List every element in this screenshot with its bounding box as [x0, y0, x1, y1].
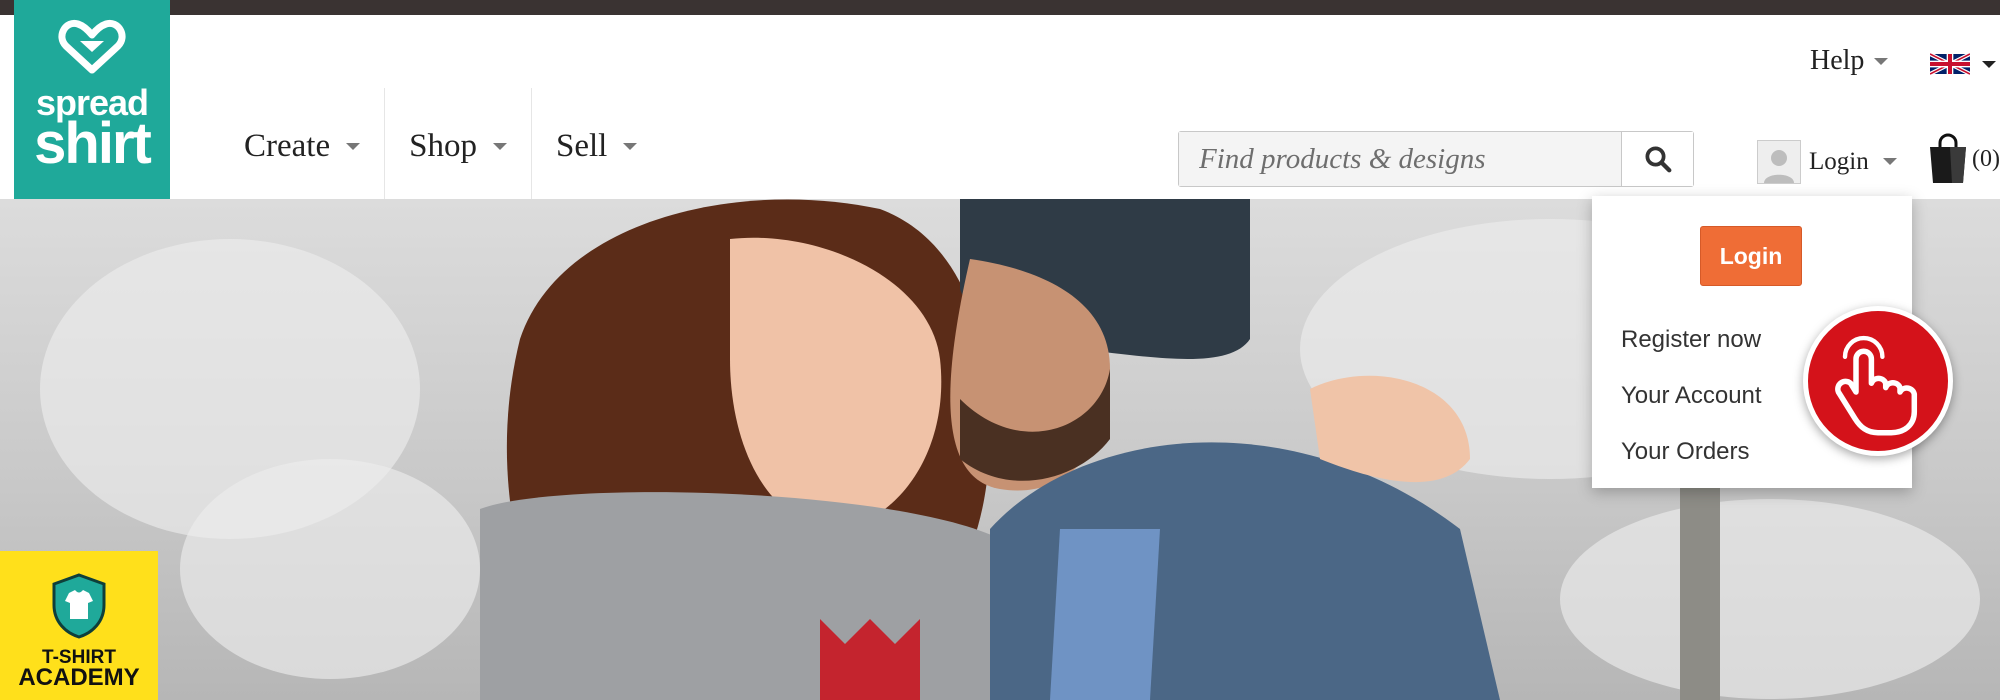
pointing-hand-icon [1835, 335, 1918, 436]
tshirt-academy-badge[interactable]: T-SHIRT ACADEMY [0, 551, 158, 700]
nav-shop[interactable]: Shop [385, 88, 532, 214]
click-indicator [1803, 306, 1953, 456]
chevron-down-icon [1882, 158, 1897, 165]
nav-create-label: Create [244, 127, 331, 164]
login-menu[interactable]: Login [1745, 115, 1912, 208]
login-label: Login [1809, 147, 1869, 175]
chevron-down-icon [492, 142, 507, 150]
shield-tshirt-icon [52, 573, 106, 639]
chevron-down-icon [1874, 57, 1889, 65]
site-header: Help Create Shop Sell Find products & de… [0, 15, 2000, 214]
search-button[interactable] [1621, 132, 1693, 186]
nav-sell[interactable]: Sell [532, 88, 661, 214]
nav-shop-label: Shop [409, 127, 477, 164]
search-input[interactable] [1179, 132, 1621, 186]
academy-label-line2: ACADEMY [18, 664, 140, 691]
nav-create[interactable]: Create [220, 88, 386, 214]
your-account-link[interactable]: Your Account [1621, 382, 1762, 410]
spreadshirt-logo[interactable]: spread shirt [14, 0, 170, 199]
chevron-down-icon [1982, 60, 1996, 68]
register-now-link[interactable]: Register now [1621, 326, 1761, 354]
cart-count: (0) [1972, 145, 2000, 172]
heart-logo-icon [58, 19, 126, 74]
chevron-down-icon [346, 142, 361, 150]
language-selector[interactable] [1930, 50, 1996, 78]
your-orders-link[interactable]: Your Orders [1621, 438, 1750, 466]
cart-button[interactable]: (0) [1926, 133, 2000, 185]
avatar-placeholder-icon [1757, 139, 1801, 184]
dropdown-login-button[interactable]: Login [1700, 226, 1802, 286]
chevron-down-icon [623, 142, 638, 150]
uk-flag-icon [1930, 52, 1970, 76]
shopping-bag-icon [1930, 133, 1966, 183]
search-bar [1178, 131, 1694, 187]
logo-text-shirt: shirt [34, 111, 152, 176]
main-nav: Create Shop Sell [220, 88, 661, 214]
help-label: Help [1810, 45, 1865, 76]
search-icon [1645, 146, 1671, 173]
nav-sell-label: Sell [555, 127, 608, 164]
help-menu[interactable]: Help [1810, 45, 1889, 77]
top-strip [0, 0, 2000, 15]
